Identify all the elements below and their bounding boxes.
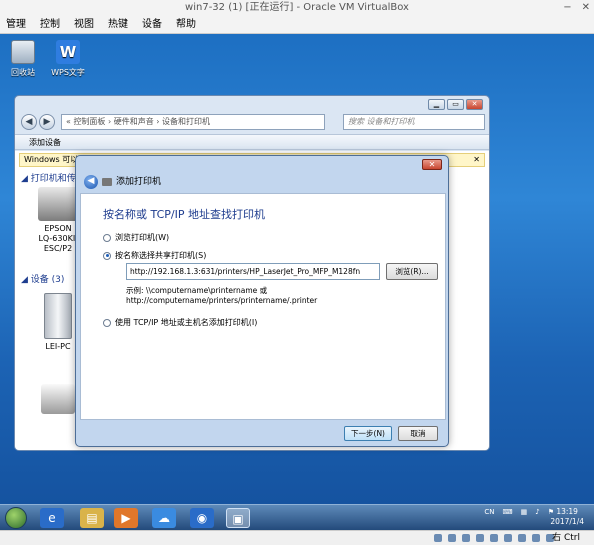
computer-tower-icon	[44, 293, 72, 339]
clock-date: 2017/1/4	[550, 517, 584, 526]
navigation-bar: ◀ ▶ « 控制面板 › 硬件和声音 › 设备和打印机 搜索 设备和打印机	[19, 112, 485, 132]
desktop-icon-recycle-bin[interactable]: 回收站	[1, 40, 45, 78]
add-printer-dialog: ✕ ◀ 添加打印机 按名称或 TCP/IP 地址查找打印机 浏览打印机(W) 按…	[75, 155, 449, 447]
usb-icon[interactable]	[490, 534, 498, 542]
radio-label: 按名称选择共享打印机(S)	[115, 251, 207, 260]
radio-shared-printer[interactable]: 按名称选择共享打印机(S)	[103, 250, 206, 261]
desktop-icon-wps[interactable]: W WPS文字	[46, 40, 90, 78]
capture-icon[interactable]	[532, 534, 540, 542]
optical-drive-icon[interactable]	[448, 534, 456, 542]
example-text: 示例: \\computername\printername 或 http://…	[126, 286, 317, 306]
group-printers[interactable]: ◢ 打印机和传	[21, 171, 76, 184]
close-icon[interactable]: ✕	[422, 159, 442, 170]
group-devices[interactable]: ◢ 设备 (3)	[21, 272, 64, 285]
window-controls: ▁ ▭ ✕	[428, 99, 483, 110]
minimize-icon[interactable]: −	[563, 2, 571, 14]
taskbar: e ▤ ▶ ☁ ◉ ▣ CN ⌨ ▦ ♪ ⚑ 13:19 2017/1/4	[0, 504, 594, 530]
next-button[interactable]: 下一步(N)	[344, 426, 392, 441]
close-icon[interactable]: ✕	[582, 2, 590, 14]
ie-browser-icon[interactable]: e	[40, 508, 64, 528]
example-line: http://computername/printers/printername…	[126, 296, 318, 305]
printer-url-field[interactable]: http://192.168.1.3:631/printers/HP_Laser…	[126, 263, 380, 280]
forward-arrow-icon[interactable]: ▶	[39, 114, 55, 130]
radio-button[interactable]	[103, 251, 111, 260]
cancel-button[interactable]: 取消	[398, 426, 438, 441]
clock[interactable]: 13:19 2017/1/4	[550, 507, 584, 527]
dialog-content: 按名称或 TCP/IP 地址查找打印机 浏览打印机(W) 按名称选择共享打印机(…	[80, 193, 446, 420]
menu-control[interactable]: 控制	[40, 16, 60, 33]
desktop-icon-label: 回收站	[11, 68, 35, 77]
example-line: 示例: \\computername\printername 或	[126, 286, 268, 295]
display-icon[interactable]	[518, 534, 526, 542]
add-device-button[interactable]: 添加设备	[29, 138, 61, 147]
minimize-icon[interactable]: ▁	[428, 99, 445, 110]
app-icon[interactable]: ◉	[190, 508, 214, 528]
keyboard-icon[interactable]: ⌨	[503, 508, 513, 517]
radio-label: 浏览打印机(W)	[115, 233, 170, 242]
radio-button[interactable]	[103, 233, 111, 242]
radio-tcp-ip[interactable]: 使用 TCP/IP 地址或主机名添加打印机(I)	[103, 317, 257, 328]
clock-time: 13:19	[556, 507, 578, 516]
menu-help[interactable]: 帮助	[176, 16, 196, 33]
vbox-title-bar: win7-32 (1) [正在运行] - Oracle VM VirtualBo…	[0, 0, 594, 16]
menu-manage[interactable]: 管理	[6, 16, 26, 33]
address-bar[interactable]: « 控制面板 › 硬件和声音 › 设备和打印机	[61, 114, 325, 130]
maximize-icon[interactable]: ▭	[447, 99, 464, 110]
volume-icon[interactable]: ♪	[535, 508, 539, 517]
back-arrow-icon[interactable]: ◀	[21, 114, 37, 130]
vbox-status-bar: 右 Ctrl	[0, 530, 594, 545]
browse-button[interactable]: 浏览(R)...	[386, 263, 438, 280]
system-tray: CN ⌨ ▦ ♪ ⚑	[484, 508, 554, 517]
devices-printers-task-icon[interactable]: ▣	[226, 508, 250, 528]
hard-disk-icon[interactable]	[434, 534, 442, 542]
menu-view[interactable]: 视图	[74, 16, 94, 33]
host-key-label: 右 Ctrl	[552, 533, 580, 543]
guest-desktop: 回收站 W WPS文字 ▁ ▭ ✕ ◀ ▶ « 控制面板 › 硬件和声音 › 设…	[0, 34, 594, 504]
page-title: 按名称或 TCP/IP 地址查找打印机	[103, 208, 265, 221]
search-input[interactable]: 搜索 设备和打印机	[343, 114, 485, 130]
vbox-window-title: win7-32 (1) [正在运行] - Oracle VM VirtualBo…	[185, 2, 409, 13]
fax-printer-icon	[41, 384, 75, 414]
menu-hotkey[interactable]: 热键	[108, 16, 128, 33]
dialog-title: 添加打印机	[116, 177, 162, 187]
close-icon[interactable]: ✕	[473, 154, 480, 166]
vbox-menu-bar: 管理 控制 视图 热键 设备 帮助	[0, 16, 594, 34]
back-arrow-icon[interactable]: ◀	[84, 175, 98, 189]
network-icon[interactable]: ▦	[521, 508, 528, 517]
dialog-footer: 下一步(N) 取消	[76, 422, 448, 446]
dialog-header: ◀ 添加打印机	[80, 171, 444, 193]
radio-browse-printers[interactable]: 浏览打印机(W)	[103, 232, 169, 243]
desktop-icon-label: WPS文字	[51, 68, 85, 77]
wps-writer-icon: W	[56, 40, 80, 64]
group-printers-label: 打印机和传	[30, 174, 76, 184]
close-icon[interactable]: ✕	[466, 99, 483, 110]
recycle-bin-icon	[11, 40, 35, 64]
language-indicator[interactable]: CN	[484, 508, 494, 517]
audio-icon[interactable]	[462, 534, 470, 542]
radio-label: 使用 TCP/IP 地址或主机名添加打印机(I)	[115, 318, 258, 327]
radio-button[interactable]	[103, 318, 111, 327]
explorer-toolbar: 添加设备	[15, 134, 489, 150]
file-explorer-icon[interactable]: ▤	[80, 508, 104, 528]
menu-devices[interactable]: 设备	[142, 16, 162, 33]
baidu-cloud-icon[interactable]: ☁	[152, 508, 176, 528]
shared-folder-icon[interactable]	[504, 534, 512, 542]
network-adapter-icon[interactable]	[476, 534, 484, 542]
start-button[interactable]	[5, 507, 27, 529]
printer-icon	[38, 187, 78, 221]
group-devices-label: 设备 (3)	[30, 275, 65, 285]
media-player-icon[interactable]: ▶	[114, 508, 138, 528]
printer-icon	[102, 178, 112, 186]
